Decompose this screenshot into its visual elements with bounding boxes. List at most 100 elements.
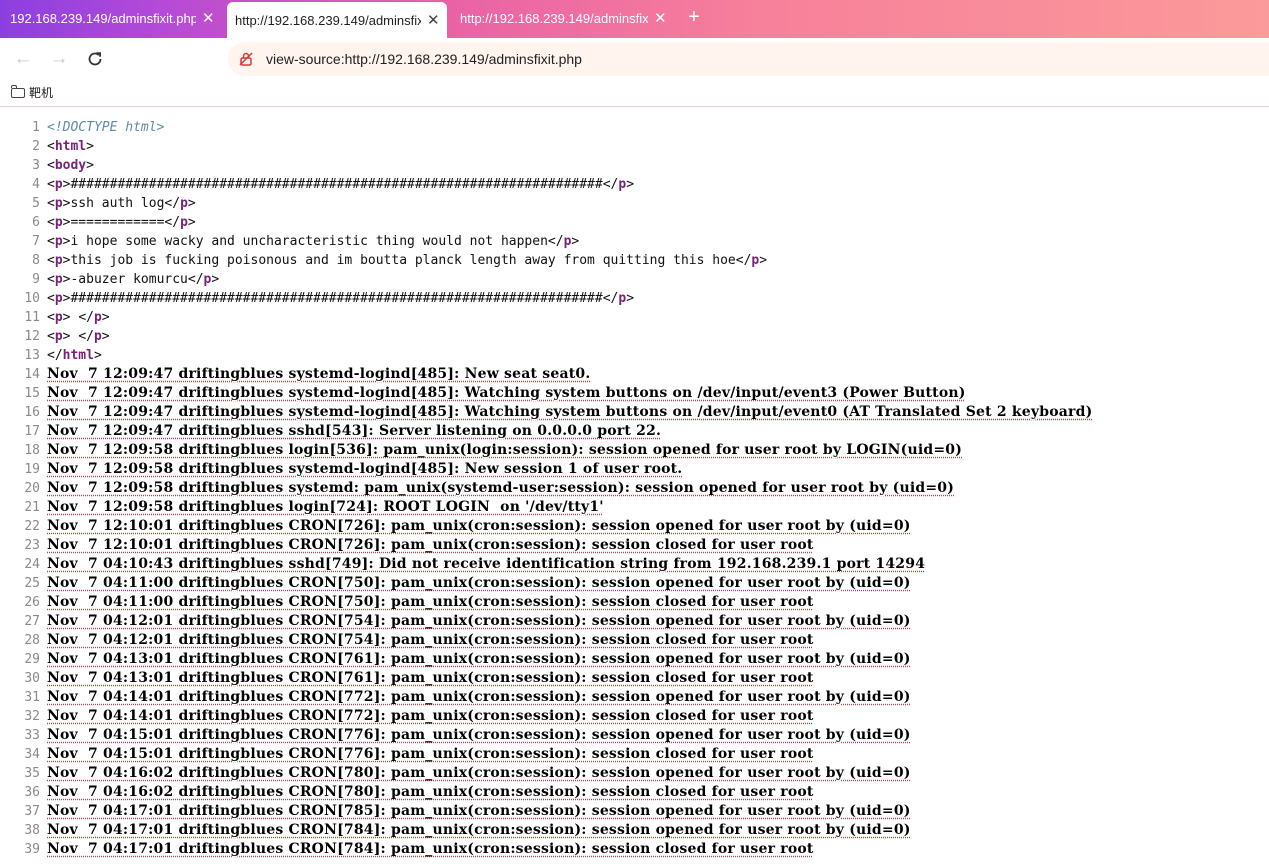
log-line-text: Nov 7 12:09:58 driftingblues login[724]:…: [47, 499, 604, 515]
log-line-text: Nov 7 12:09:58 driftingblues login[536]:…: [47, 442, 963, 458]
log-line-text: Nov 7 12:09:47 driftingblues sshd[543]: …: [47, 423, 662, 439]
doctype-text: <!DOCTYPE html>: [47, 120, 165, 135]
source-line: 15 Nov 7 12:09:47 driftingblues systemd-l…: [0, 384, 1269, 403]
tag-name: p: [54, 234, 63, 249]
log-line-text: Nov 7 04:16:02 driftingblues CRON[780]: …: [47, 784, 814, 800]
line-number: 39: [24, 842, 40, 857]
source-line: 29 Nov 7 04:13:01 driftingblues CRON[761]…: [0, 650, 1269, 669]
line-number: 31: [24, 690, 40, 705]
log-line-text: Nov 7 04:10:43 driftingblues sshd[749]: …: [47, 556, 926, 572]
tag-name: p: [618, 291, 627, 306]
reload-icon[interactable]: [82, 46, 108, 72]
tab-1[interactable]: 192.168.239.149/adminsfixit.php ✕: [0, 0, 222, 36]
source-line: 11 <p> </p>: [0, 308, 1269, 327]
source-line: 16 Nov 7 12:09:47 driftingblues systemd-l…: [0, 403, 1269, 422]
line-number: 37: [24, 804, 40, 819]
log-line-text: Nov 7 04:13:01 driftingblues CRON[761]: …: [47, 670, 814, 686]
source-line: 17 Nov 7 12:09:47 driftingblues sshd[543]…: [0, 422, 1269, 441]
tab-3[interactable]: http://192.168.239.149/adminsfixit ✕: [452, 0, 676, 36]
log-line-text: Nov 7 04:16:02 driftingblues CRON[780]: …: [47, 765, 911, 781]
log-line-text: Nov 7 12:09:47 driftingblues systemd-log…: [47, 404, 1093, 420]
source-line: 1 <!DOCTYPE html>: [0, 118, 1269, 137]
line-number: 10: [24, 291, 40, 306]
line-number: 3: [32, 158, 40, 173]
tag-name: p: [54, 272, 63, 287]
source-line: 38 Nov 7 04:17:01 driftingblues CRON[784]…: [0, 821, 1269, 840]
source-line: 30 Nov 7 04:13:01 driftingblues CRON[761]…: [0, 669, 1269, 688]
source-line: 32 Nov 7 04:14:01 driftingblues CRON[772]…: [0, 707, 1269, 726]
source-line: 5 <p>ssh auth log</p>: [0, 194, 1269, 213]
line-number: 26: [24, 595, 40, 610]
source-line: 24 Nov 7 04:10:43 driftingblues sshd[749]…: [0, 555, 1269, 574]
bookmarks-bar: 靶机: [0, 80, 1269, 107]
toolbar: ← →: [0, 38, 1269, 80]
line-number: 1: [32, 120, 40, 135]
line-number: 36: [24, 785, 40, 800]
tag-name: p: [54, 215, 63, 230]
line-number: 11: [24, 310, 40, 325]
line-number: 29: [24, 652, 40, 667]
source-line: 3 <body>: [0, 156, 1269, 175]
log-line-text: Nov 7 12:10:01 driftingblues CRON[726]: …: [47, 537, 814, 553]
log-line-text: Nov 7 04:11:00 driftingblues CRON[750]: …: [47, 594, 814, 610]
line-number: 34: [24, 747, 40, 762]
url-input[interactable]: [264, 50, 1168, 68]
source-line: 36 Nov 7 04:16:02 driftingblues CRON[780]…: [0, 783, 1269, 802]
element-text: ########################################…: [70, 291, 603, 306]
line-number: 27: [24, 614, 40, 629]
source-line: 4 <p>####################################…: [0, 175, 1269, 194]
log-line-text: Nov 7 04:14:01 driftingblues CRON[772]: …: [47, 689, 911, 705]
source-line: 14 Nov 7 12:09:47 driftingblues systemd-l…: [0, 365, 1269, 384]
log-line-text: Nov 7 12:09:58 driftingblues systemd: pa…: [47, 480, 955, 496]
plus-icon[interactable]: +: [682, 4, 706, 30]
log-line-text: Nov 7 04:17:01 driftingblues CRON[785]: …: [47, 803, 911, 819]
element-text: -abuzer komurcu: [70, 272, 188, 287]
forward-arrow-icon[interactable]: →: [46, 46, 72, 72]
tag-name: p: [54, 177, 63, 192]
line-number: 16: [24, 405, 40, 420]
log-line-text: Nov 7 12:10:01 driftingblues CRON[726]: …: [47, 518, 911, 534]
tab-strip: 192.168.239.149/adminsfixit.php ✕ http:/…: [0, 0, 1269, 38]
tag-name: p: [618, 177, 627, 192]
tag-name: p: [54, 196, 63, 211]
source-line: 23 Nov 7 12:10:01 driftingblues CRON[726]…: [0, 536, 1269, 555]
insecure-lock-icon[interactable]: [238, 51, 254, 67]
line-number: 33: [24, 728, 40, 743]
source-line: 37 Nov 7 04:17:01 driftingblues CRON[785]…: [0, 802, 1269, 821]
close-icon[interactable]: ✕: [427, 11, 440, 29]
line-number: 22: [24, 519, 40, 534]
source-line: 33 Nov 7 04:15:01 driftingblues CRON[776]…: [0, 726, 1269, 745]
log-line-text: Nov 7 04:15:01 driftingblues CRON[776]: …: [47, 746, 814, 762]
line-number: 25: [24, 576, 40, 591]
line-number: 6: [32, 215, 40, 230]
source-line: 20 Nov 7 12:09:58 driftingblues systemd: …: [0, 479, 1269, 498]
source-line: 8 <p>this job is fucking poisonous and im…: [0, 251, 1269, 270]
tab-title: 192.168.239.149/adminsfixit.php: [10, 10, 196, 26]
bookmark-folder[interactable]: 靶机: [11, 84, 53, 101]
element-text: i hope some wacky and uncharacteristic t…: [70, 234, 548, 249]
tab-2[interactable]: http://192.168.239.149/adminsfixit ✕: [227, 2, 447, 38]
source-line: 31 Nov 7 04:14:01 driftingblues CRON[772]…: [0, 688, 1269, 707]
source-line: 19 Nov 7 12:09:58 driftingblues systemd-l…: [0, 460, 1269, 479]
tag-name: p: [54, 310, 63, 325]
line-number: 9: [32, 272, 40, 287]
close-icon[interactable]: ✕: [202, 9, 215, 27]
element-text: ============: [70, 215, 165, 230]
tag-name: p: [54, 329, 63, 344]
close-icon[interactable]: ✕: [654, 9, 667, 27]
source-line: 21 Nov 7 12:09:58 driftingblues login[724…: [0, 498, 1269, 517]
tab-title: http://192.168.239.149/adminsfixit: [460, 10, 648, 26]
tag-name: p: [180, 196, 188, 211]
source-line: 6 <p>============</p>: [0, 213, 1269, 232]
address-bar[interactable]: [228, 42, 1269, 76]
line-number: 21: [24, 500, 40, 515]
log-line-text: Nov 7 04:12:01 driftingblues CRON[754]: …: [47, 632, 814, 648]
tag-name: p: [54, 253, 63, 268]
line-number: 35: [24, 766, 40, 781]
back-arrow-icon[interactable]: ←: [10, 46, 36, 72]
tab-title: http://192.168.239.149/adminsfixit: [235, 12, 421, 28]
line-number: 2: [32, 139, 40, 154]
source-line: 26 Nov 7 04:11:00 driftingblues CRON[750]…: [0, 593, 1269, 612]
log-line-text: Nov 7 04:11:00 driftingblues CRON[750]: …: [47, 575, 911, 591]
tag-name: p: [93, 329, 102, 344]
